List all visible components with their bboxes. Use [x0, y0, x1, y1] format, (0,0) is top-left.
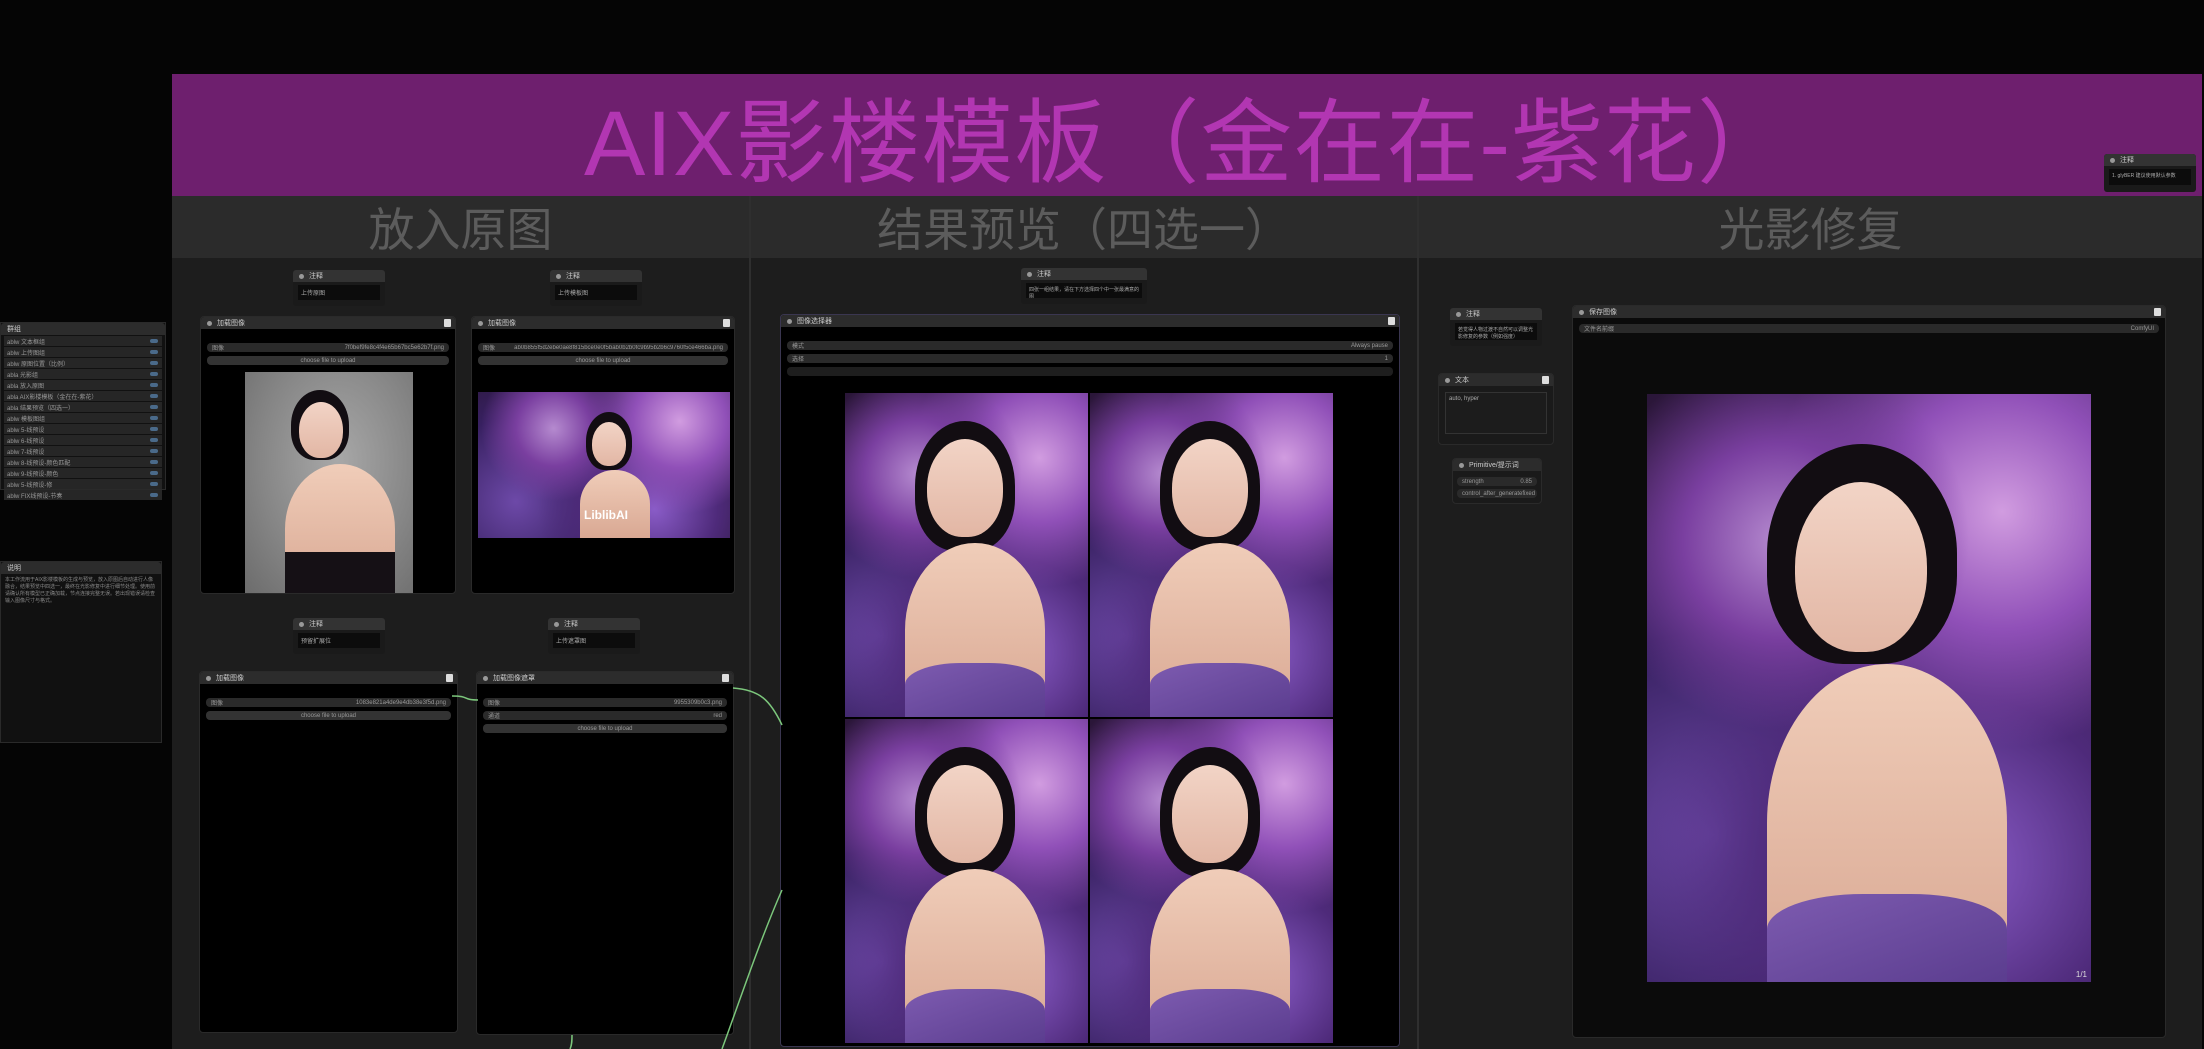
node-links [451, 687, 783, 1049]
link-wire [569, 1034, 573, 1049]
link-wire [451, 695, 479, 701]
link-wire [721, 889, 783, 1049]
link-wire [732, 687, 783, 726]
